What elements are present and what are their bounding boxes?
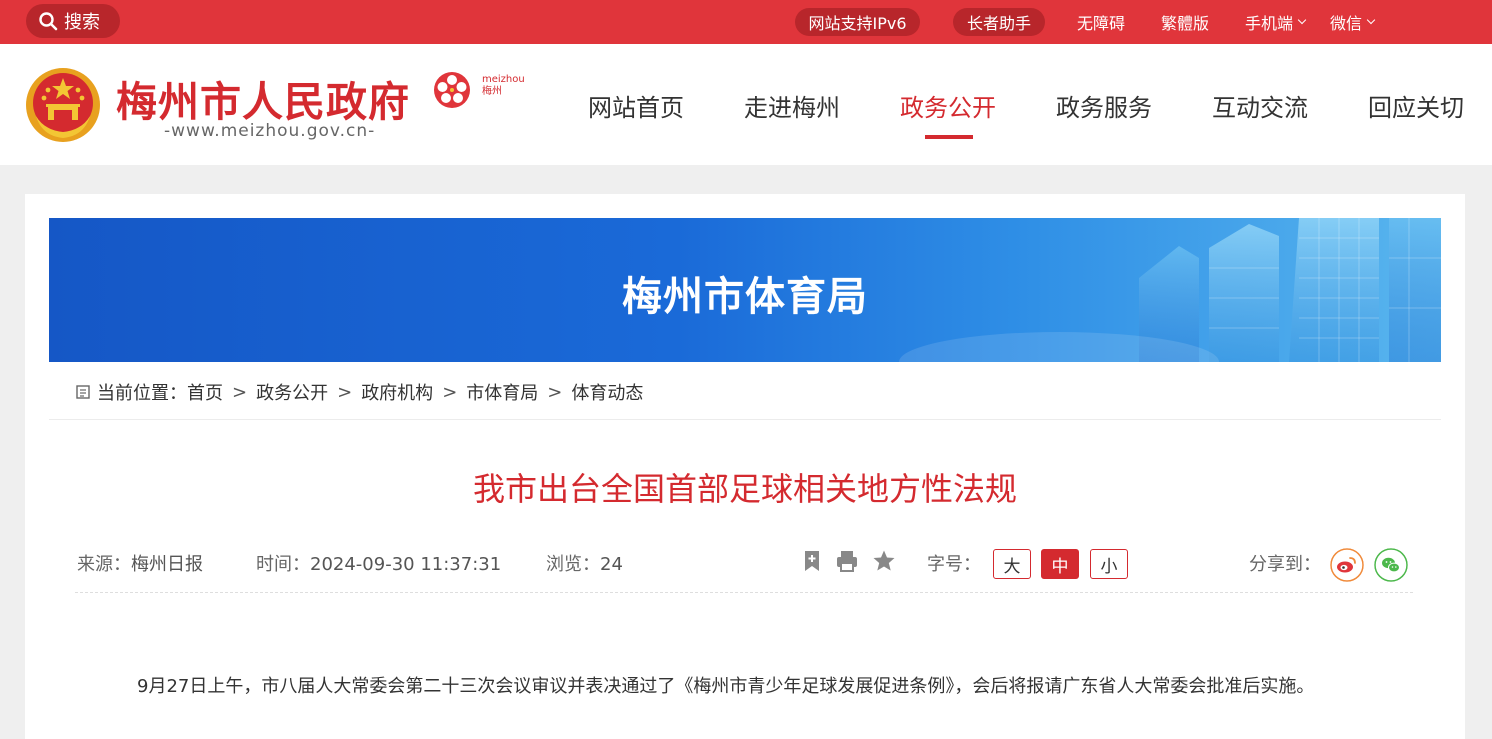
search-icon <box>39 12 58 31</box>
site-url: -www.meizhou.gov.cn- <box>164 121 376 141</box>
city-logo-text: meizhou 梅州 <box>482 74 525 98</box>
breadcrumb-label: 当前位置： <box>97 383 187 404</box>
font-size-large-button[interactable]: 大 <box>993 549 1031 579</box>
top-bar: 搜索 网站支持IPv6 长者助手 无障碍 繁體版 手机端 微信 <box>0 0 1492 44</box>
accessibility-link[interactable]: 无障碍 <box>1077 10 1125 34</box>
site-name[interactable]: 梅州市人民政府 <box>116 68 410 128</box>
article-source: 来源：梅州日报 <box>77 550 203 576</box>
ipv6-badge[interactable]: 网站支持IPv6 <box>795 8 920 36</box>
weibo-icon[interactable] <box>1330 548 1364 582</box>
font-size-medium-button[interactable]: 中 <box>1041 549 1079 579</box>
breadcrumb-item-government-affairs[interactable]: 政务公开 <box>256 379 328 405</box>
breadcrumb-separator: > <box>232 381 248 403</box>
wechat-label: 微信 <box>1330 14 1363 33</box>
print-icon[interactable] <box>835 549 859 573</box>
share-label: 分享到： <box>1249 554 1321 575</box>
search-label: 搜索 <box>64 12 100 33</box>
wechat-share-icon[interactable] <box>1374 548 1408 582</box>
department-title: 梅州市体育局 <box>622 274 868 320</box>
content-card: 梅州市体育局 当前位置： 首页 > 政务公开 > 政府机构 > 市体育局 > 体… <box>25 194 1465 739</box>
wechat-dropdown[interactable]: 微信 <box>1330 10 1376 34</box>
mobile-dropdown[interactable]: 手机端 <box>1245 10 1307 34</box>
meizhou-city-logo-icon <box>434 72 470 108</box>
font-size-small-button[interactable]: 小 <box>1090 549 1128 579</box>
breadcrumb-item-sports-news[interactable]: 体育动态 <box>571 379 643 405</box>
meta-divider <box>75 592 1413 593</box>
nav-home[interactable]: 网站首页 <box>588 88 684 128</box>
font-size-label: 字号： <box>927 554 981 575</box>
breadcrumb: 当前位置： 首页 > 政务公开 > 政府机构 > 市体育局 > 体育动态 <box>75 378 643 406</box>
bookmark-icon[interactable] <box>800 549 824 573</box>
article-paragraph: 9月27日上午，市八届人大常委会第二十三次会议审议并表决通过了《梅州市青少年足球… <box>137 676 1315 697</box>
nav-responses[interactable]: 回应关切 <box>1368 88 1464 128</box>
site-header: 梅州市人民政府 -www.meizhou.gov.cn- meizhou 梅州 … <box>0 44 1492 165</box>
national-emblem-icon[interactable] <box>24 66 102 144</box>
nav-interaction[interactable]: 互动交流 <box>1212 88 1308 128</box>
article-time: 时间：2024-09-30 11:37:31 <box>256 550 501 576</box>
nav-government-affairs[interactable]: 政务公开 <box>900 88 996 128</box>
source-label: 来源： <box>77 554 131 575</box>
breadcrumb-icon <box>76 385 90 399</box>
views-label: 浏览： <box>546 554 600 575</box>
time-label: 时间： <box>256 554 310 575</box>
elder-assistant-button[interactable]: 长者助手 <box>953 8 1045 36</box>
department-banner: 梅州市体育局 <box>49 218 1441 362</box>
city-logo-cn: 梅州 <box>482 86 502 97</box>
breadcrumb-divider <box>49 419 1441 420</box>
source-value: 梅州日报 <box>131 554 203 575</box>
article-views: 浏览：24 <box>546 550 623 576</box>
breadcrumb-separator: > <box>337 381 353 403</box>
breadcrumb-separator: > <box>547 381 563 403</box>
breadcrumb-item-government-agencies[interactable]: 政府机构 <box>361 379 433 405</box>
chevron-down-icon <box>1366 15 1376 25</box>
city-logo-en: meizhou <box>482 74 525 85</box>
nav-active-indicator <box>925 135 973 139</box>
star-icon[interactable] <box>872 549 896 573</box>
nav-government-services[interactable]: 政务服务 <box>1056 88 1152 128</box>
time-value: 2024-09-30 11:37:31 <box>310 554 502 575</box>
mobile-label: 手机端 <box>1245 14 1294 33</box>
article-title: 我市出台全国首部足球相关地方性法规 <box>472 470 1017 508</box>
nav-about-meizhou[interactable]: 走进梅州 <box>744 88 840 128</box>
breadcrumb-item-sports-bureau[interactable]: 市体育局 <box>466 379 538 405</box>
breadcrumb-separator: > <box>442 381 458 403</box>
traditional-chinese-link[interactable]: 繁體版 <box>1161 10 1209 34</box>
chevron-down-icon <box>1297 15 1307 25</box>
views-value: 24 <box>600 554 623 575</box>
search-button[interactable]: 搜索 <box>26 4 120 38</box>
breadcrumb-item-home[interactable]: 首页 <box>187 379 223 405</box>
